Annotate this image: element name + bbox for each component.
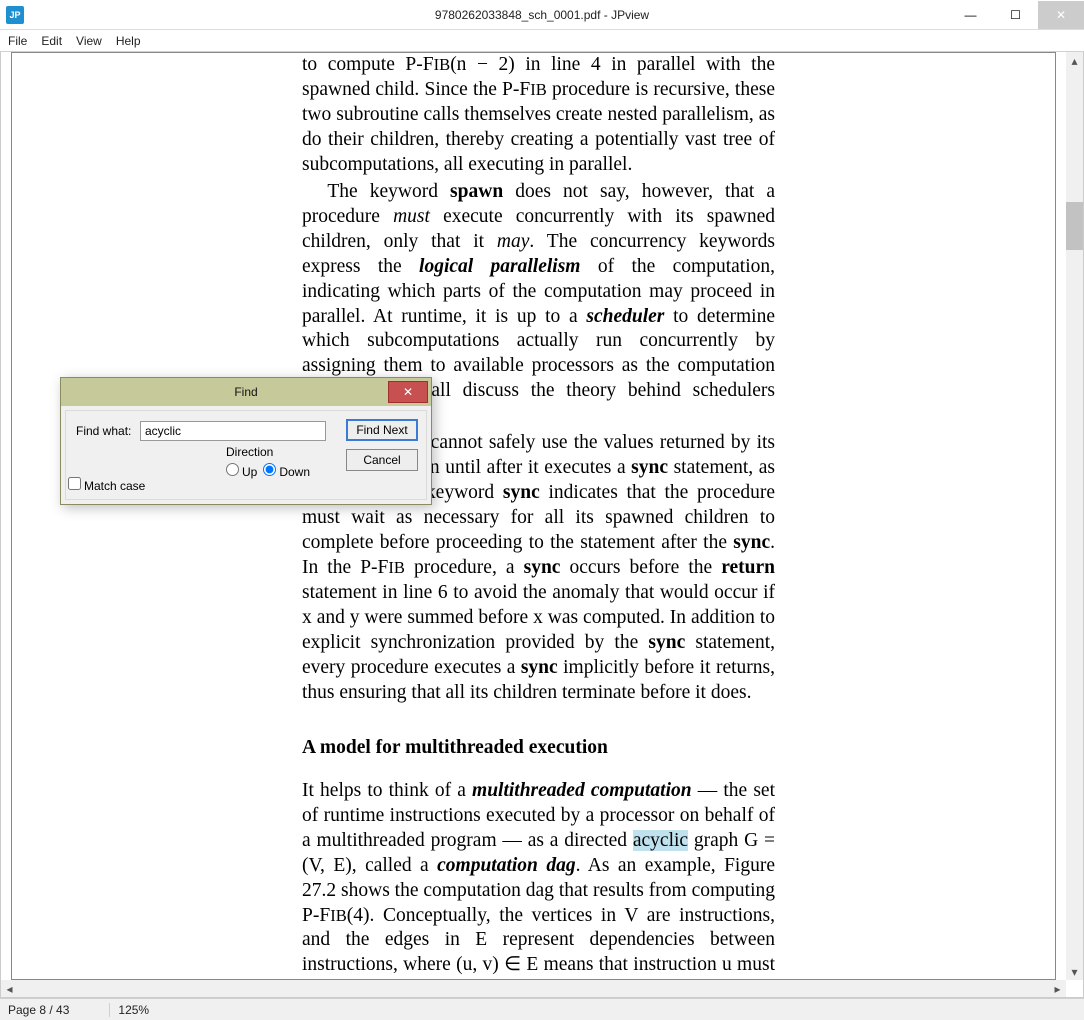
find-input[interactable] <box>140 421 326 441</box>
find-dialog: Find ✕ Find what: Find Next Cancel Direc… <box>60 377 432 505</box>
maximize-button[interactable]: ☐ <box>993 1 1038 29</box>
window-close-button[interactable]: ✕ <box>1038 1 1084 29</box>
search-highlight: acyclic <box>633 830 688 851</box>
section-heading: A model for multithreaded execution <box>302 736 775 761</box>
close-icon: ✕ <box>403 385 413 399</box>
scroll-up-arrow-icon[interactable]: ▴ <box>1066 52 1083 69</box>
match-case-checkbox[interactable]: Match case <box>68 477 145 493</box>
find-next-button[interactable]: Find Next <box>346 419 418 441</box>
find-what-label: Find what: <box>76 424 140 438</box>
document-text: to compute P-FIB(n − 2) in line 4 in par… <box>302 53 775 980</box>
app-icon: JP <box>6 6 24 24</box>
scroll-thumb[interactable] <box>1066 202 1083 250</box>
menu-edit[interactable]: Edit <box>41 34 62 48</box>
menu-file[interactable]: File <box>8 34 27 48</box>
titlebar: JP 9780262033848_sch_0001.pdf - JPview —… <box>0 0 1084 30</box>
direction-radio-down[interactable]: Down <box>263 463 310 479</box>
document-viewport: to compute P-FIB(n − 2) in line 4 in par… <box>0 52 1084 998</box>
direction-label: Direction <box>226 445 310 459</box>
horizontal-scrollbar[interactable]: ◂ ▸ <box>1 980 1066 997</box>
minimize-button[interactable]: — <box>948 1 993 29</box>
vertical-scrollbar[interactable]: ▴ ▾ <box>1066 52 1083 980</box>
menubar: File Edit View Help <box>0 30 1084 52</box>
menu-view[interactable]: View <box>76 34 102 48</box>
find-dialog-title: Find <box>61 385 431 399</box>
status-zoom: 125% <box>118 1003 149 1017</box>
direction-radio-up[interactable]: Up <box>226 463 257 479</box>
direction-group: Direction Up Down <box>226 445 310 479</box>
scroll-down-arrow-icon[interactable]: ▾ <box>1066 963 1083 980</box>
find-dialog-body: Find what: Find Next Cancel Direction Up… <box>65 410 427 500</box>
scroll-left-arrow-icon[interactable]: ◂ <box>1 980 18 997</box>
find-dialog-close-button[interactable]: ✕ <box>388 381 428 403</box>
statusbar: Page 8 / 43 125% <box>0 998 1084 1020</box>
find-dialog-titlebar[interactable]: Find ✕ <box>61 378 431 406</box>
scroll-right-arrow-icon[interactable]: ▸ <box>1049 980 1066 997</box>
window-title: 9780262033848_sch_0001.pdf - JPview <box>0 8 1084 22</box>
cancel-button[interactable]: Cancel <box>346 449 418 471</box>
menu-help[interactable]: Help <box>116 34 141 48</box>
window-controls: — ☐ ✕ <box>948 1 1084 29</box>
document-page[interactable]: to compute P-FIB(n − 2) in line 4 in par… <box>11 52 1056 980</box>
status-page: Page 8 / 43 <box>8 1003 110 1017</box>
